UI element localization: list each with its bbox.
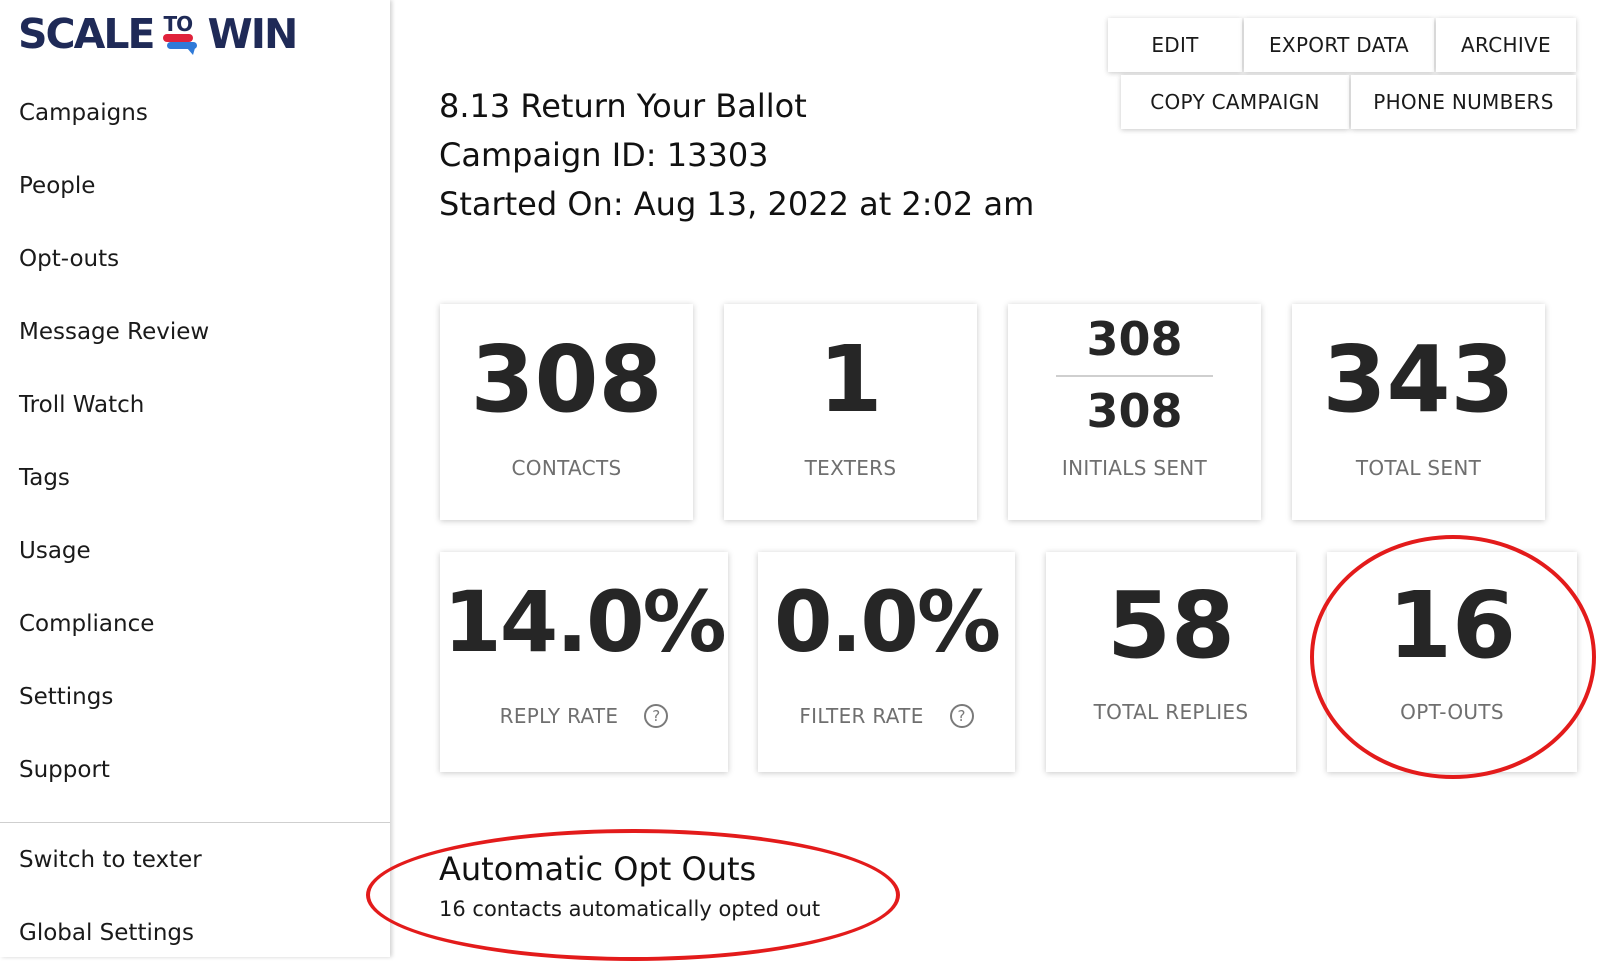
total-replies-value: 58 (1106, 572, 1236, 679)
reply-rate-label-row: REPLY RATE? (440, 703, 728, 730)
sidebar-item-usage[interactable]: Usage (0, 514, 390, 587)
campaign-started-on: Started On: Aug 13, 2022 at 2:02 am (439, 185, 1035, 223)
opt-outs-card: 16 OPT-OUTS (1327, 552, 1577, 772)
sidebar-item-opt-outs[interactable]: Opt-outs (0, 222, 390, 295)
scale-to-win-logo[interactable]: SCALE TO WIN (18, 9, 298, 58)
logo-to-mark: TO (157, 10, 203, 58)
campaign-header: 8.13 Return Your Ballot Campaign ID: 133… (439, 82, 1034, 229)
sidebar-item-campaigns[interactable]: Campaigns (0, 76, 390, 149)
opt-outs-label: OPT-OUTS (1400, 700, 1504, 724)
texters-label: TEXTERS (804, 456, 897, 480)
help-icon[interactable]: ? (949, 703, 974, 728)
fraction-divider (1056, 375, 1213, 377)
campaign-id: Campaign ID: 13303 (439, 136, 769, 174)
texters-value: 1 (818, 326, 883, 433)
sidebar-item-support[interactable]: Support (0, 733, 390, 806)
total-replies-label: TOTAL REPLIES (1093, 700, 1249, 724)
copy-campaign-button[interactable]: COPY CAMPAIGN (1121, 75, 1349, 129)
export-data-button[interactable]: EXPORT DATA (1244, 18, 1434, 72)
filter-rate-label: FILTER RATE (799, 704, 924, 728)
initials-sent-card: 308 308 INITIALS SENT (1008, 304, 1261, 520)
total-replies-card: 58 TOTAL REPLIES (1046, 552, 1296, 772)
edit-button[interactable]: EDIT (1108, 18, 1242, 72)
total-sent-card: 343 TOTAL SENT (1292, 304, 1545, 520)
texters-card: 1 TEXTERS (724, 304, 977, 520)
opt-outs-value: 16 (1387, 572, 1517, 679)
sidebar-item-message-review[interactable]: Message Review (0, 295, 390, 368)
filter-rate-label-row: FILTER RATE? (758, 703, 1015, 730)
sidebar-bottom-nav: Switch to texter Global Settings (0, 823, 390, 969)
automatic-opt-outs-title: Automatic Opt Outs (439, 850, 757, 888)
contacts-value: 308 (470, 326, 663, 433)
sidebar-item-settings[interactable]: Settings (0, 660, 390, 733)
sidebar-item-switch-to-texter[interactable]: Switch to texter (0, 823, 390, 896)
sidebar-item-troll-watch[interactable]: Troll Watch (0, 368, 390, 441)
sidebar-nav: Campaigns People Opt-outs Message Review… (0, 76, 390, 806)
help-icon[interactable]: ? (644, 703, 669, 728)
reply-rate-label: REPLY RATE (499, 704, 619, 728)
contacts-label: CONTACTS (511, 456, 622, 480)
logo-word-scale: SCALE (18, 9, 155, 58)
sidebar: SCALE TO WIN Campaigns People Opt-outs M… (0, 0, 390, 957)
filter-rate-card: 0.0% FILTER RATE? (758, 552, 1015, 772)
logo-word-win: WIN (207, 9, 298, 58)
phone-numbers-button[interactable]: PHONE NUMBERS (1351, 75, 1576, 129)
sidebar-item-compliance[interactable]: Compliance (0, 587, 390, 660)
sidebar-item-people[interactable]: People (0, 149, 390, 222)
campaign-title: 8.13 Return Your Ballot (439, 87, 807, 125)
filter-rate-value: 0.0% (774, 573, 1001, 671)
total-sent-label: TOTAL SENT (1355, 456, 1482, 480)
automatic-opt-outs-subtitle: 16 contacts automatically opted out (439, 897, 821, 921)
archive-button[interactable]: ARCHIVE (1436, 18, 1576, 72)
contacts-card: 308 CONTACTS (440, 304, 693, 520)
initials-sent-value: 308 (1086, 312, 1183, 366)
sidebar-item-global-settings[interactable]: Global Settings (0, 896, 390, 969)
auto-opt-outs-highlight-circle (366, 829, 900, 961)
speech-bubbles-icon (163, 34, 198, 55)
initials-total-value: 308 (1086, 384, 1183, 438)
initials-sent-label: INITIALS SENT (1061, 456, 1208, 480)
reply-rate-value: 14.0% (443, 573, 726, 671)
sidebar-item-tags[interactable]: Tags (0, 441, 390, 514)
total-sent-value: 343 (1322, 326, 1515, 433)
reply-rate-card: 14.0% REPLY RATE? (440, 552, 728, 772)
